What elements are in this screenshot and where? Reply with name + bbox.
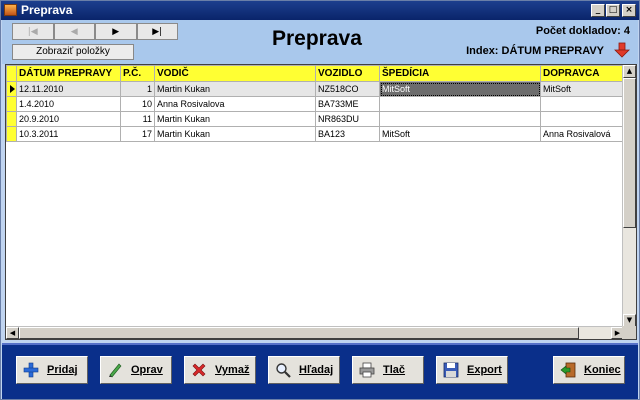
- cell-datum[interactable]: 1.4.2010: [16, 96, 121, 112]
- cell-vozidlo[interactable]: BA733ME: [315, 96, 380, 112]
- table-row[interactable]: 12.11.2010 1 Martin Kukan NZ518CO MitSof…: [6, 81, 623, 97]
- delete-button[interactable]: Vymaž: [184, 356, 256, 384]
- cell-vozidlo[interactable]: NZ518CO: [315, 81, 380, 97]
- title-bar[interactable]: Preprava _ □ ×: [1, 1, 639, 20]
- table-row[interactable]: 1.4.2010 10 Anna Rosivalova BA733ME: [6, 96, 623, 112]
- row-indicator-header: [6, 65, 17, 82]
- maximize-button[interactable]: □: [606, 4, 620, 17]
- sort-down-arrow-icon[interactable]: [614, 42, 630, 58]
- cell-dopravca[interactable]: Anna Rosivalová: [540, 126, 623, 142]
- exit-button[interactable]: Koniec: [553, 356, 625, 384]
- cell-pc[interactable]: 17: [120, 126, 155, 142]
- scroll-left-arrow-icon[interactable]: ◀: [6, 327, 19, 339]
- print-button-label: Tlač: [383, 364, 406, 376]
- exit-door-icon: [560, 362, 576, 378]
- grid-header-row: DÁTUM PREPRAVY P.Č. VODIČ VOZIDLO ŠPEDÍC…: [6, 65, 623, 82]
- vertical-scrollbar[interactable]: ▲ ▼: [622, 65, 636, 327]
- row-indicator: [6, 96, 17, 112]
- main-window: Preprava _ □ × |◀ ◀ ▶ ▶| Zobraziť položk…: [0, 0, 640, 400]
- table-row[interactable]: 20.9.2010 11 Martin Kukan NR863DU: [6, 111, 623, 127]
- row-indicator: [6, 111, 17, 127]
- cell-datum[interactable]: 20.9.2010: [16, 111, 121, 127]
- add-button[interactable]: Pridaj: [16, 356, 88, 384]
- cell-pc[interactable]: 11: [120, 111, 155, 127]
- cell-dopravca[interactable]: [540, 96, 623, 112]
- horizontal-scroll-thumb[interactable]: [19, 327, 579, 339]
- printer-icon: [359, 362, 375, 378]
- plus-icon: [23, 362, 39, 378]
- cell-vodic[interactable]: Anna Rosivalova: [154, 96, 316, 112]
- first-record-button[interactable]: |◀: [12, 23, 54, 40]
- current-row-arrow-icon: [10, 85, 15, 93]
- scrollbar-corner: [622, 326, 636, 339]
- table-row[interactable]: 10.3.2011 17 Martin Kukan BA123 MitSoft …: [6, 126, 623, 142]
- grid-table: DÁTUM PREPRAVY P.Č. VODIČ VOZIDLO ŠPEDÍC…: [6, 65, 623, 142]
- scroll-up-arrow-icon[interactable]: ▲: [623, 65, 636, 78]
- cell-dopravca[interactable]: [540, 111, 623, 127]
- column-header-datum[interactable]: DÁTUM PREPRAVY: [16, 65, 121, 82]
- cell-vozidlo[interactable]: BA123: [315, 126, 380, 142]
- cell-spedicia[interactable]: [379, 96, 541, 112]
- cell-vodic[interactable]: Martin Kukan: [154, 111, 316, 127]
- last-record-button[interactable]: ▶|: [136, 23, 178, 40]
- edit-button[interactable]: Oprav: [100, 356, 172, 384]
- column-header-vodic[interactable]: VODIČ: [154, 65, 316, 82]
- page-title: Preprava: [272, 27, 362, 50]
- magnifier-icon: [275, 362, 291, 378]
- transport-grid[interactable]: DÁTUM PREPRAVY P.Č. VODIČ VOZIDLO ŠPEDÍC…: [5, 64, 637, 340]
- cell-spedicia[interactable]: MitSoft: [379, 126, 541, 142]
- row-indicator: [6, 81, 17, 97]
- floppy-disk-icon: [443, 362, 459, 378]
- cell-spedicia[interactable]: MitSoft: [379, 81, 541, 97]
- column-header-vozidlo[interactable]: VOZIDLO: [315, 65, 380, 82]
- action-toolbar: Pridaj Oprav Vymaž Hľadaj Tlač Export Ko…: [2, 343, 638, 399]
- cell-vozidlo[interactable]: NR863DU: [315, 111, 380, 127]
- show-items-button[interactable]: Zobraziť položky: [12, 44, 134, 60]
- add-button-label: Pridaj: [47, 364, 78, 376]
- document-count: Počet dokladov: 4: [535, 25, 630, 37]
- horizontal-scrollbar[interactable]: ◀ ▶: [6, 326, 624, 339]
- window-title: Preprava: [21, 3, 73, 17]
- cell-pc[interactable]: 10: [120, 96, 155, 112]
- cell-vodic[interactable]: Martin Kukan: [154, 81, 316, 97]
- app-icon: [4, 4, 17, 16]
- search-button[interactable]: Hľadaj: [268, 356, 340, 384]
- vertical-scroll-thumb[interactable]: [623, 78, 636, 228]
- print-button[interactable]: Tlač: [352, 356, 424, 384]
- index-info: Index: DÁTUM PREPRAVY: [466, 45, 604, 57]
- row-indicator: [6, 126, 17, 142]
- cell-datum[interactable]: 10.3.2011: [16, 126, 121, 142]
- exit-button-label: Koniec: [584, 364, 621, 376]
- cell-dopravca[interactable]: MitSoft: [540, 81, 623, 97]
- record-navigator: |◀ ◀ ▶ ▶|: [12, 23, 178, 40]
- column-header-spedicia[interactable]: ŠPEDÍCIA: [379, 65, 541, 82]
- export-button-label: Export: [467, 364, 502, 376]
- next-record-button[interactable]: ▶: [95, 23, 137, 40]
- column-header-dopravca[interactable]: DOPRAVCA: [540, 65, 623, 82]
- export-button[interactable]: Export: [436, 356, 508, 384]
- delete-x-icon: [191, 362, 207, 378]
- search-button-label: Hľadaj: [299, 364, 334, 376]
- delete-button-label: Vymaž: [215, 364, 250, 376]
- column-header-pc[interactable]: P.Č.: [120, 65, 155, 82]
- cell-spedicia[interactable]: [379, 111, 541, 127]
- form-header: |◀ ◀ ▶ ▶| Zobraziť položky Preprava Poče…: [2, 20, 638, 64]
- previous-record-button[interactable]: ◀: [53, 23, 95, 40]
- cell-pc[interactable]: 1: [120, 81, 155, 97]
- cell-vodic[interactable]: Martin Kukan: [154, 126, 316, 142]
- close-button[interactable]: ×: [622, 4, 636, 17]
- edit-button-label: Oprav: [131, 364, 163, 376]
- pencil-icon: [107, 362, 123, 378]
- minimize-button[interactable]: _: [591, 4, 605, 17]
- cell-datum[interactable]: 12.11.2010: [16, 81, 121, 97]
